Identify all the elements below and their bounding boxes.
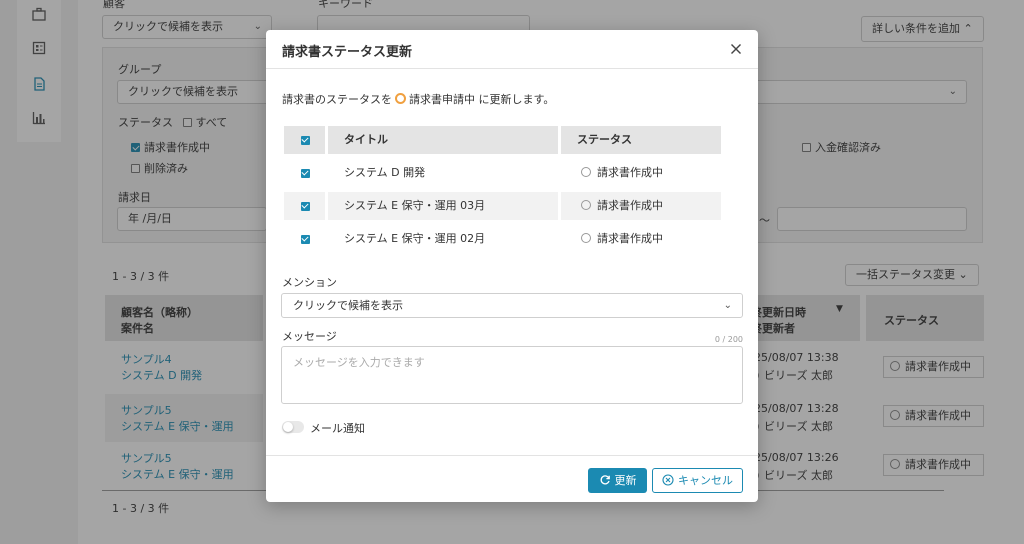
row-title: システム E 保守・運用 02月 — [344, 232, 486, 245]
row-status: 請求書作成中 — [561, 225, 721, 253]
cancel-circle-icon — [662, 474, 674, 486]
mention-select-value: クリックで候補を表示 — [293, 299, 403, 312]
close-icon[interactable] — [728, 41, 744, 57]
mention-select[interactable]: クリックで候補を表示 ⌄ — [281, 293, 743, 318]
row-status: 請求書作成中 — [561, 192, 721, 220]
mail-notify-label: メール通知 — [310, 422, 365, 435]
modal-title: 請求書ステータス更新 — [282, 45, 413, 60]
message-char-counter: 0 / 200 — [714, 335, 743, 344]
row-status-label: 請求書作成中 — [597, 232, 663, 245]
row-title: システム E 保守・運用 03月 — [328, 192, 558, 220]
message-placeholder: メッセージを入力できます — [293, 356, 425, 369]
row-checkbox-cell[interactable] — [284, 192, 325, 220]
message-textarea[interactable]: メッセージを入力できます — [281, 346, 743, 404]
col-status-header: ステータス — [561, 126, 721, 154]
row-status-label: 請求書作成中 — [597, 166, 663, 179]
cancel-button[interactable]: キャンセル — [652, 468, 743, 493]
status-ring-icon — [581, 200, 591, 210]
desc-target-status: 請求書申請中 — [409, 93, 475, 106]
col-title-header: タイトル — [328, 126, 558, 154]
select-all-checkbox[interactable] — [301, 136, 310, 145]
row-checkbox[interactable] — [301, 169, 310, 178]
mail-notify-toggle[interactable] — [282, 421, 304, 433]
message-label: メッセージ — [282, 330, 337, 343]
status-update-modal: 請求書ステータス更新 請求書のステータスを 請求書申請中 に更新します。 タイトル… — [266, 30, 758, 502]
update-button[interactable]: 更新 — [588, 468, 647, 493]
chevron-down-icon: ⌄ — [723, 300, 732, 311]
select-all-cell[interactable] — [284, 126, 325, 154]
modal-footer: 更新 キャンセル — [266, 455, 758, 502]
row-status: 請求書作成中 — [561, 159, 721, 187]
row-checkbox-cell[interactable] — [284, 225, 325, 253]
row-status-label: 請求書作成中 — [597, 199, 663, 212]
desc-suffix: に更新します。 — [478, 93, 555, 106]
status-ring-icon — [581, 167, 591, 177]
cancel-button-label: キャンセル — [678, 474, 733, 487]
row-title: システム D 開発 — [344, 166, 426, 179]
status-ring-icon — [581, 233, 591, 243]
row-checkbox[interactable] — [301, 235, 310, 244]
row-checkbox[interactable] — [301, 202, 310, 211]
mention-label: メンション — [282, 276, 337, 289]
modal-header: 請求書ステータス更新 — [266, 30, 758, 69]
pending-status-icon — [395, 93, 406, 104]
update-button-label: 更新 — [614, 474, 637, 487]
update-description: 請求書のステータスを 請求書申請中 に更新します。 — [282, 91, 554, 107]
refresh-icon — [599, 474, 611, 486]
row-checkbox-cell[interactable] — [284, 159, 325, 187]
desc-prefix: 請求書のステータスを — [282, 93, 392, 106]
